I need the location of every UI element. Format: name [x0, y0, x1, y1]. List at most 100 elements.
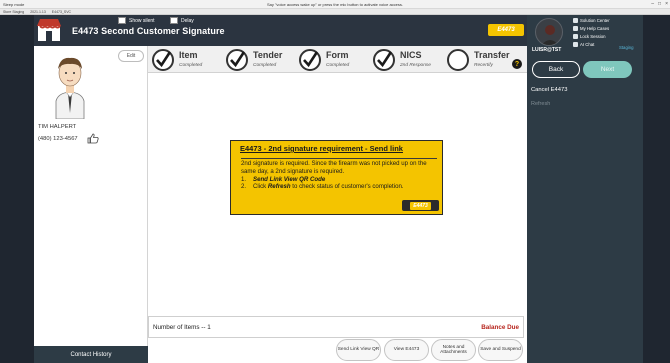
environment-label: Staging — [619, 45, 634, 50]
help-cases-icon — [573, 26, 578, 31]
lock-session-link[interactable]: Lock Session — [573, 33, 610, 40]
app-window: Sleep mode Say "voice access wake up" or… — [0, 0, 670, 363]
delay-box[interactable] — [170, 17, 178, 24]
help-cases-link[interactable]: My Help Cases — [573, 25, 610, 32]
step-tender-status: Completed — [253, 63, 277, 68]
ai-chat-link[interactable]: AI Chat — [573, 41, 610, 48]
contact-history-button[interactable]: Contact History — [34, 346, 148, 363]
next-button[interactable]: Next — [583, 61, 632, 78]
user-name: LUISR@TST — [532, 47, 562, 53]
close-icon[interactable]: × — [665, 1, 668, 7]
step-nics-status: 2nd Response — [400, 63, 431, 68]
checkmark-icon — [230, 51, 246, 68]
help-icon[interactable]: ? — [512, 59, 522, 69]
step-form[interactable]: Form Completed — [299, 48, 369, 71]
customer-phone: (480) 123-4567 — [38, 136, 78, 142]
step-nics-circle — [373, 49, 395, 71]
step-tender-title: Tender — [253, 50, 283, 60]
user-silhouette-icon — [541, 25, 559, 45]
avatar[interactable] — [535, 18, 563, 46]
solution-center-icon — [573, 18, 578, 23]
step-form-title: Form — [326, 50, 349, 60]
e4473-logo: E4473 — [488, 24, 524, 36]
show-silent-checkbox[interactable]: Show silent — [118, 17, 155, 24]
minimize-icon[interactable]: – — [651, 1, 654, 7]
delay-label: Delay — [181, 17, 194, 24]
lock-icon — [573, 34, 578, 39]
notice-step-2-post: to check status of customer's completion… — [290, 183, 404, 191]
notice-step-1-text: Send Link View QR Code — [253, 175, 326, 183]
progress-steps: Item Completed Tender Completed Form Com… — [148, 46, 527, 73]
notice-step-1: 1. Send Link View QR Code — [241, 176, 441, 184]
page-title: E4473 Second Customer Signature — [72, 26, 225, 36]
show-silent-label: Show silent — [129, 17, 155, 24]
balance-due: Balance Due — [481, 324, 519, 331]
customer-name: TIM HALPERT — [38, 124, 77, 130]
show-silent-box[interactable] — [118, 17, 126, 24]
step-form-circle — [299, 49, 321, 71]
notice-e4473-logo: E4473 — [402, 200, 439, 211]
voice-access-bar: Sleep mode Say "voice access wake up" or… — [0, 0, 670, 9]
user-links: Solution Center My Help Cases Lock Sessi… — [573, 17, 610, 48]
back-button[interactable]: Back — [532, 61, 580, 78]
notice-step-2-number: 2. — [241, 183, 247, 191]
step-item-status: Completed — [179, 63, 203, 68]
window-controls: – □ × — [651, 1, 668, 7]
right-frame — [643, 15, 670, 363]
save-suspend-button[interactable]: Save and Suspend — [478, 339, 523, 361]
view-e4473-button[interactable]: View E4473 — [384, 339, 429, 361]
tab-version[interactable]: 2021.1.13 — [30, 10, 46, 14]
notice-body: 2nd signature is required. Since the fir… — [241, 160, 441, 191]
notice-intro: 2nd signature is required. Since the fir… — [241, 160, 427, 175]
cancel-e4473-link[interactable]: Cancel E4473 — [531, 87, 567, 93]
voice-access-message: Say "voice access wake up" or press the … — [266, 2, 403, 7]
refresh-link[interactable]: Refresh — [531, 101, 550, 107]
items-summary-bar: Number of Items -- 1 Balance Due — [148, 316, 524, 338]
notice-title: E4473 - 2nd signature requirement - Send… — [240, 144, 403, 153]
e4473-logo-text: E4473 — [497, 27, 515, 33]
ai-chat-label: AI Chat — [580, 42, 595, 47]
step-nics[interactable]: NICS 2nd Response — [373, 48, 445, 71]
step-form-status: Completed — [326, 63, 350, 68]
notice-step-2-emphasis: Refresh — [267, 183, 291, 191]
step-transfer-title: Transfer — [474, 50, 510, 60]
notice-logo-text: E4473 — [410, 201, 431, 210]
solution-center-label: Solution Center — [580, 18, 610, 23]
customer-portrait — [55, 57, 85, 119]
step-tender-circle — [226, 49, 248, 71]
solution-center-link[interactable]: Solution Center — [573, 17, 610, 24]
edit-customer-button[interactable]: Edit — [118, 50, 144, 62]
lock-session-label: Lock Session — [580, 34, 606, 39]
notice-step-2-body: Click Refresh to check status of custome… — [253, 183, 404, 191]
checkmark-icon — [303, 51, 319, 68]
step-tender[interactable]: Tender Completed — [226, 48, 296, 71]
tab-store-staging[interactable]: Store Staging — [3, 10, 24, 14]
checkmark-icon — [156, 51, 172, 68]
store-icon[interactable] — [36, 17, 62, 43]
checkmark-icon — [377, 51, 393, 68]
delay-checkbox[interactable]: Delay — [170, 17, 194, 24]
thumbs-up-icon[interactable] — [87, 133, 99, 144]
maximize-icon[interactable]: □ — [658, 1, 661, 7]
step-transfer-circle — [447, 49, 469, 71]
notice-steps: 1. Send Link View QR Code 2. Click Refre… — [241, 176, 441, 192]
help-cases-label: My Help Cases — [580, 26, 610, 31]
step-item-circle — [152, 49, 174, 71]
notice-divider — [241, 158, 437, 159]
send-link-view-qr-button[interactable]: Send Link View QR — [336, 339, 381, 361]
step-transfer-status: Recertify — [474, 63, 493, 68]
notice-step-2-pre: Click — [253, 183, 268, 191]
notice-step-1-number: 1. — [241, 175, 247, 183]
send-link-notice: E4473 - 2nd signature requirement - Send… — [230, 140, 443, 215]
left-frame — [0, 15, 34, 363]
header: Show silent Delay E4473 Second Customer … — [34, 15, 555, 46]
notes-attachments-button[interactable]: Notes and Attachments — [431, 339, 476, 361]
step-transfer[interactable]: Transfer Recertify — [447, 48, 523, 71]
step-nics-title: NICS — [400, 50, 422, 60]
chat-icon — [573, 42, 578, 47]
tab-e4473[interactable]: E4473_SVC — [52, 10, 71, 14]
notice-step-2: 2. Click Refresh to check status of cust… — [241, 183, 441, 191]
items-count: Number of Items -- 1 — [153, 324, 211, 331]
step-item-title: Item — [179, 50, 198, 60]
step-item[interactable]: Item Completed — [152, 48, 222, 71]
